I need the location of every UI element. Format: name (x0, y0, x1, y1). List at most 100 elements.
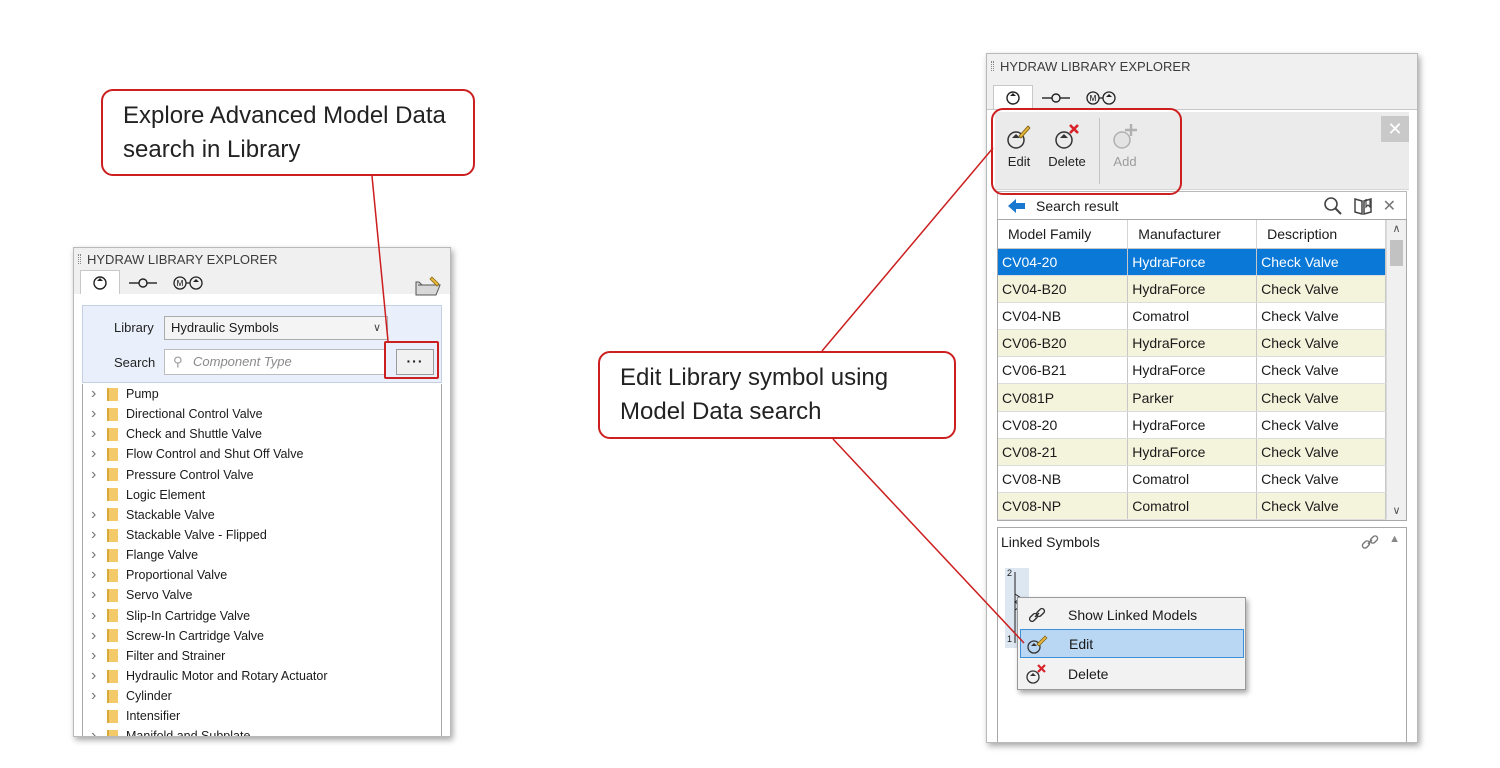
cell-description[interactable]: Check Valve (1256, 356, 1386, 385)
link-icon[interactable] (1361, 533, 1379, 551)
table-row[interactable]: CV04-NB Comatrol Check Valve (998, 302, 1386, 331)
cell-description[interactable]: Check Valve (1256, 492, 1386, 520)
cell-manufacturer[interactable]: HydraForce (1127, 356, 1258, 385)
chevron-right-icon[interactable]: › (91, 627, 107, 645)
table-row[interactable]: CV04-B20 HydraForce Check Valve (998, 275, 1386, 303)
panel-titlebar[interactable]: HYDRAW LIBRARY EXPLORER (74, 248, 450, 270)
tab-motor-pump[interactable]: M (1079, 87, 1123, 109)
grip-icon[interactable] (78, 254, 81, 264)
cell-description[interactable]: Check Valve (1256, 383, 1386, 412)
tree-item[interactable]: › Flange Valve (83, 545, 441, 565)
table-row[interactable]: CV081P Parker Check Valve (998, 383, 1386, 412)
chevron-right-icon[interactable]: › (91, 687, 107, 705)
tree-item[interactable]: › Proportional Valve (83, 565, 441, 585)
chevron-right-icon[interactable]: › (91, 607, 107, 625)
chevron-right-icon[interactable]: › (91, 586, 107, 604)
tree-item[interactable]: › Screw-In Cartridge Valve (83, 626, 441, 646)
chevron-right-icon[interactable]: › (91, 466, 107, 484)
column-header-manufacturer[interactable]: Manufacturer (1127, 220, 1258, 249)
cell-description[interactable]: Check Valve (1256, 411, 1386, 439)
cell-manufacturer[interactable]: Comatrol (1127, 302, 1258, 331)
column-header-model-family[interactable]: Model Family (998, 220, 1129, 249)
cell-manufacturer[interactable]: Parker (1127, 383, 1258, 412)
cell-description[interactable]: Check Valve (1256, 302, 1386, 331)
chevron-right-icon[interactable]: › (91, 385, 107, 403)
table-row[interactable]: CV06-B20 HydraForce Check Valve (998, 329, 1386, 358)
cell-model-family[interactable]: CV04-NB (998, 302, 1129, 331)
chevron-right-icon[interactable]: › (91, 506, 107, 524)
cell-description[interactable]: Check Valve (1256, 438, 1386, 467)
scroll-up-icon[interactable]: ∧ (1387, 220, 1406, 238)
chevron-right-icon[interactable]: › (91, 727, 107, 736)
search-icon[interactable] (1323, 196, 1343, 216)
cell-model-family[interactable]: CV08-20 (998, 411, 1129, 439)
cell-description[interactable]: Check Valve (1256, 275, 1386, 303)
cell-model-family[interactable]: CV04-B20 (998, 275, 1129, 303)
tree-item[interactable]: › Stackable Valve - Flipped (83, 525, 441, 545)
cell-manufacturer[interactable]: Comatrol (1127, 465, 1258, 494)
cell-manufacturer[interactable]: HydraForce (1127, 329, 1258, 358)
book-icon[interactable] (1353, 196, 1373, 216)
cell-description[interactable]: Check Valve (1256, 248, 1386, 276)
chevron-right-icon[interactable]: › (91, 667, 107, 685)
table-row[interactable]: CV08-NB Comatrol Check Valve (998, 465, 1386, 494)
grip-icon[interactable] (991, 61, 994, 71)
tab-connectors[interactable] (122, 272, 164, 294)
cell-description[interactable]: Check Valve (1256, 465, 1386, 494)
tree-item[interactable]: › Manifold and Subplate (83, 726, 441, 736)
scroll-down-icon[interactable]: ∨ (1387, 502, 1406, 520)
open-library-button[interactable] (414, 274, 442, 298)
table-row[interactable]: CV04-20 HydraForce Check Valve (998, 248, 1386, 276)
cell-model-family[interactable]: CV08-NP (998, 492, 1129, 520)
chevron-right-icon[interactable]: › (91, 425, 107, 443)
table-row[interactable]: CV08-20 HydraForce Check Valve (998, 411, 1386, 439)
menu-item-show-linked-models[interactable]: Show Linked Models (1020, 600, 1244, 629)
tree-item[interactable]: › Filter and Strainer (83, 646, 441, 666)
cell-model-family[interactable]: CV08-21 (998, 438, 1129, 467)
cell-manufacturer[interactable]: HydraForce (1127, 275, 1258, 303)
chevron-right-icon[interactable]: › (91, 445, 107, 463)
cell-model-family[interactable]: CV04-20 (998, 248, 1129, 276)
tree-item[interactable]: › Pressure Control Valve (83, 465, 441, 485)
menu-item-edit[interactable]: Edit (1020, 629, 1244, 658)
cell-model-family[interactable]: CV081P (998, 383, 1129, 412)
tree-item[interactable]: › Directional Control Valve (83, 404, 441, 424)
panel-titlebar[interactable]: HYDRAW LIBRARY EXPLORER (987, 54, 1417, 78)
back-arrow-icon[interactable] (1006, 198, 1026, 214)
tree-item[interactable]: › Servo Valve (83, 585, 441, 605)
tree-item[interactable]: › Hydraulic Motor and Rotary Actuator (83, 666, 441, 686)
table-row[interactable]: CV08-NP Comatrol Check Valve (998, 492, 1386, 520)
tree-item[interactable]: Intensifier (83, 706, 441, 726)
close-ribbon-button[interactable]: ✕ (1381, 116, 1409, 142)
tree-item[interactable]: › Flow Control and Shut Off Valve (83, 444, 441, 464)
cell-manufacturer[interactable]: HydraForce (1127, 248, 1258, 276)
tab-connectors[interactable] (1035, 87, 1077, 109)
tab-symbols[interactable] (80, 270, 120, 294)
cell-model-family[interactable]: CV06-B20 (998, 329, 1129, 358)
collapse-up-icon[interactable]: ▲ (1389, 533, 1400, 551)
tree-item[interactable]: › Cylinder (83, 686, 441, 706)
tree-item[interactable]: › Slip-In Cartridge Valve (83, 606, 441, 626)
cell-model-family[interactable]: CV06-B21 (998, 356, 1129, 385)
library-select[interactable]: Hydraulic Symbols ∨ (164, 316, 388, 340)
column-header-description[interactable]: Description (1256, 220, 1386, 249)
cell-model-family[interactable]: CV08-NB (998, 465, 1129, 494)
tree-item[interactable]: Logic Element (83, 485, 441, 505)
table-row[interactable]: CV06-B21 HydraForce Check Valve (998, 356, 1386, 385)
tab-symbols[interactable] (993, 85, 1033, 109)
close-icon[interactable]: ✕ (1383, 196, 1396, 216)
tree-item[interactable]: › Stackable Valve (83, 505, 441, 525)
chevron-right-icon[interactable]: › (91, 405, 107, 423)
tree-item[interactable]: › Check and Shuttle Valve (83, 424, 441, 444)
scroll-thumb[interactable] (1390, 240, 1403, 266)
cell-description[interactable]: Check Valve (1256, 329, 1386, 358)
chevron-right-icon[interactable]: › (91, 546, 107, 564)
chevron-right-icon[interactable]: › (91, 566, 107, 584)
cell-manufacturer[interactable]: HydraForce (1127, 438, 1258, 467)
cell-manufacturer[interactable]: Comatrol (1127, 492, 1258, 520)
chevron-right-icon[interactable]: › (91, 647, 107, 665)
tab-motor-pump[interactable]: M (166, 272, 210, 294)
table-row[interactable]: CV08-21 HydraForce Check Valve (998, 438, 1386, 467)
tree-item[interactable]: › Pump (83, 384, 441, 404)
cell-manufacturer[interactable]: HydraForce (1127, 411, 1258, 439)
